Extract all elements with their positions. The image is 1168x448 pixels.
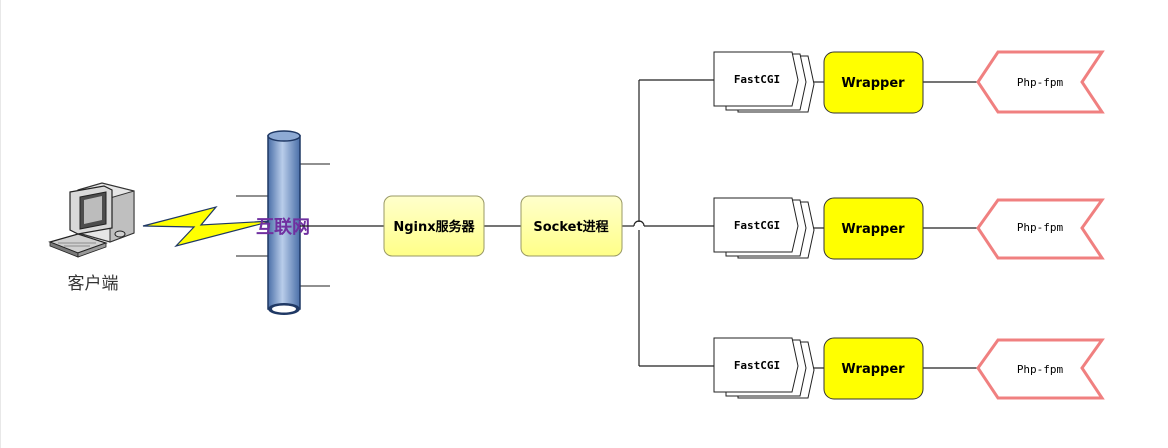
socket-process-label: Socket进程 <box>533 220 608 235</box>
computer-icon <box>48 182 135 258</box>
wrapper-label: Wrapper <box>841 76 905 91</box>
lightning-icon <box>142 205 273 248</box>
php-fpm-label: Php-fpm <box>1017 363 1064 376</box>
fastcgi-label: FastCGI <box>734 359 780 372</box>
internet-label: 互联网 <box>256 217 310 238</box>
architecture-diagram: 客户端 互联网 Nginx服务器 Socket进程 FastCGI Wrappe… <box>48 50 1105 400</box>
client-label: 客户端 <box>68 274 119 294</box>
fastcgi-label: FastCGI <box>734 219 780 232</box>
wrapper-label: Wrapper <box>841 362 905 377</box>
nginx-server-label: Nginx服务器 <box>393 219 475 235</box>
fastcgi-label: FastCGI <box>734 73 780 86</box>
wrapper-label: Wrapper <box>841 222 905 237</box>
php-fpm-label: Php-fpm <box>1017 221 1064 234</box>
php-fpm-label: Php-fpm <box>1017 76 1064 89</box>
